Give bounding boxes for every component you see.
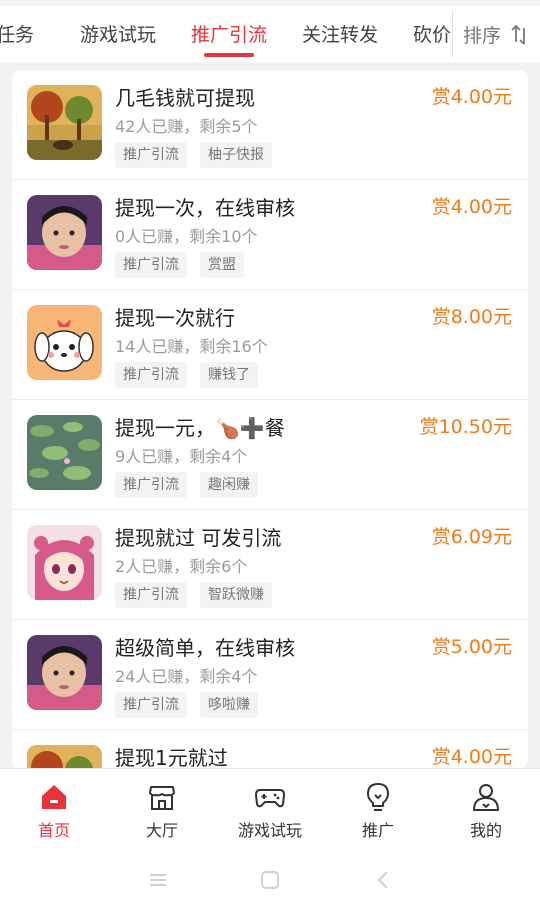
nav-hall[interactable]: 大厅 <box>108 769 216 847</box>
task-reward: 赏8.00元 <box>431 306 512 328</box>
home-icon <box>42 785 66 809</box>
task-tag-platform: 柚子快报 <box>200 142 272 168</box>
task-thumbnail <box>27 415 102 490</box>
forest-painting-icon <box>27 745 102 768</box>
nav-hall-label: 大厅 <box>145 821 178 840</box>
task-thumbnail <box>27 195 102 270</box>
task-item[interactable]: 提现1元就过 赏4.00元 <box>12 730 528 768</box>
tab-game-trial[interactable]: 游戏试玩 <box>80 20 156 47</box>
tab-bargain[interactable]: 砍价 <box>413 20 451 47</box>
task-thumbnail <box>27 525 102 600</box>
task-item[interactable]: 几毛钱就可提现 赏4.00元 42人已赚，剩余5个 推广引流 柚子快报 <box>12 70 528 180</box>
task-tag-platform: 趣闲赚 <box>200 472 258 498</box>
task-tag-category: 推广引流 <box>115 472 187 498</box>
task-item[interactable]: 提现一次就行 赏8.00元 14人已赚，剩余16个 推广引流 赚钱了 <box>12 290 528 400</box>
task-reward: 赏4.00元 <box>431 86 512 108</box>
child-photo-icon <box>27 635 102 710</box>
task-reward: 赏4.00元 <box>431 746 512 768</box>
sort-arrows-icon <box>511 24 525 45</box>
task-title: 提现一次，在线审核 <box>115 196 295 220</box>
task-thumbnail <box>27 85 102 160</box>
lily-pads-icon <box>27 415 102 490</box>
store-icon <box>149 786 175 810</box>
task-stats: 14人已赚，剩余16个 <box>115 337 268 356</box>
back-icon[interactable] <box>372 868 396 892</box>
task-item[interactable]: 超级简单，在线审核 赏5.00元 24人已赚，剩余4个 推广引流 哆啦赚 <box>12 620 528 730</box>
task-thumbnail <box>27 635 102 710</box>
task-tag-category: 推广引流 <box>115 362 187 388</box>
task-title: 提现一次就行 <box>115 306 235 330</box>
nav-game-trial-label: 游戏试玩 <box>237 821 302 840</box>
task-tag-platform: 智跃微赚 <box>200 582 272 608</box>
task-tag-category: 推广引流 <box>115 252 187 278</box>
top-tab-bar: 任务 游戏试玩 推广引流 关注转发 砍价 排序 <box>0 0 540 62</box>
task-item[interactable]: 提现一次，在线审核 赏4.00元 0人已赚，剩余10个 推广引流 赏盟 <box>12 180 528 290</box>
task-tag-category: 推广引流 <box>115 582 187 608</box>
task-tag-category: 推广引流 <box>115 692 187 718</box>
active-tab-indicator <box>204 53 254 57</box>
anime-girl-icon <box>27 525 102 600</box>
task-reward: 赏6.09元 <box>431 526 512 548</box>
task-stats: 0人已赚，剩余10个 <box>115 227 258 246</box>
sort-label: 排序 <box>463 25 502 47</box>
lightbulb-icon <box>367 783 389 811</box>
task-thumbnail <box>27 745 102 768</box>
task-tag-platform: 哆啦赚 <box>200 692 258 718</box>
task-stats: 24人已赚，剩余4个 <box>115 667 258 686</box>
task-tag-platform: 赚钱了 <box>200 362 258 388</box>
tab-task[interactable]: 任务 <box>0 20 34 47</box>
tab-follow-share[interactable]: 关注转发 <box>302 20 378 47</box>
task-list: 几毛钱就可提现 赏4.00元 42人已赚，剩余5个 推广引流 柚子快报 提现一次… <box>12 70 528 768</box>
task-tag-category: 推广引流 <box>115 142 187 168</box>
cartoon-puppy-icon <box>27 305 102 380</box>
menu-icon[interactable] <box>146 868 170 892</box>
task-title: 提现一元，🍗➕餐 <box>115 416 285 440</box>
system-nav-bar <box>0 846 540 912</box>
task-item[interactable]: 提现就过 可发引流 赏6.09元 2人已赚，剩余6个 推广引流 智跃微赚 <box>12 510 528 620</box>
task-reward: 赏4.00元 <box>431 196 512 218</box>
sort-button[interactable]: 排序 <box>452 10 540 58</box>
task-title: 提现1元就过 <box>115 746 228 768</box>
task-stats: 2人已赚，剩余6个 <box>115 557 248 576</box>
task-title: 提现就过 可发引流 <box>115 526 282 550</box>
home-square-icon[interactable] <box>258 868 282 892</box>
task-title: 超级简单，在线审核 <box>115 636 295 660</box>
task-thumbnail <box>27 305 102 380</box>
bottom-nav: 首页 大厅 游戏试玩 推广 我的 <box>0 768 540 846</box>
task-reward: 赏5.00元 <box>431 636 512 658</box>
task-stats: 42人已赚，剩余5个 <box>115 117 258 136</box>
nav-promotion-label: 推广 <box>361 821 394 840</box>
nav-promotion[interactable]: 推广 <box>324 769 432 847</box>
forest-painting-icon <box>27 85 102 160</box>
task-stats: 9人已赚，剩余4个 <box>115 447 248 466</box>
task-tag-platform: 赏盟 <box>200 252 244 278</box>
task-item[interactable]: 提现一元，🍗➕餐 赏10.50元 9人已赚，剩余4个 推广引流 趣闲赚 <box>12 400 528 510</box>
nav-game-trial[interactable]: 游戏试玩 <box>216 769 324 847</box>
nav-home-label: 首页 <box>37 821 70 840</box>
category-tabs: 任务 游戏试玩 推广引流 关注转发 砍价 <box>0 0 452 62</box>
child-photo-icon <box>27 195 102 270</box>
nav-mine[interactable]: 我的 <box>432 769 540 847</box>
gamepad-icon <box>255 789 285 808</box>
nav-home[interactable]: 首页 <box>0 769 108 847</box>
nav-mine-label: 我的 <box>469 821 502 840</box>
task-reward: 赏10.50元 <box>419 416 512 438</box>
tab-promotion[interactable]: 推广引流 <box>191 20 267 47</box>
task-title: 几毛钱就可提现 <box>115 86 255 110</box>
user-icon <box>473 784 499 811</box>
